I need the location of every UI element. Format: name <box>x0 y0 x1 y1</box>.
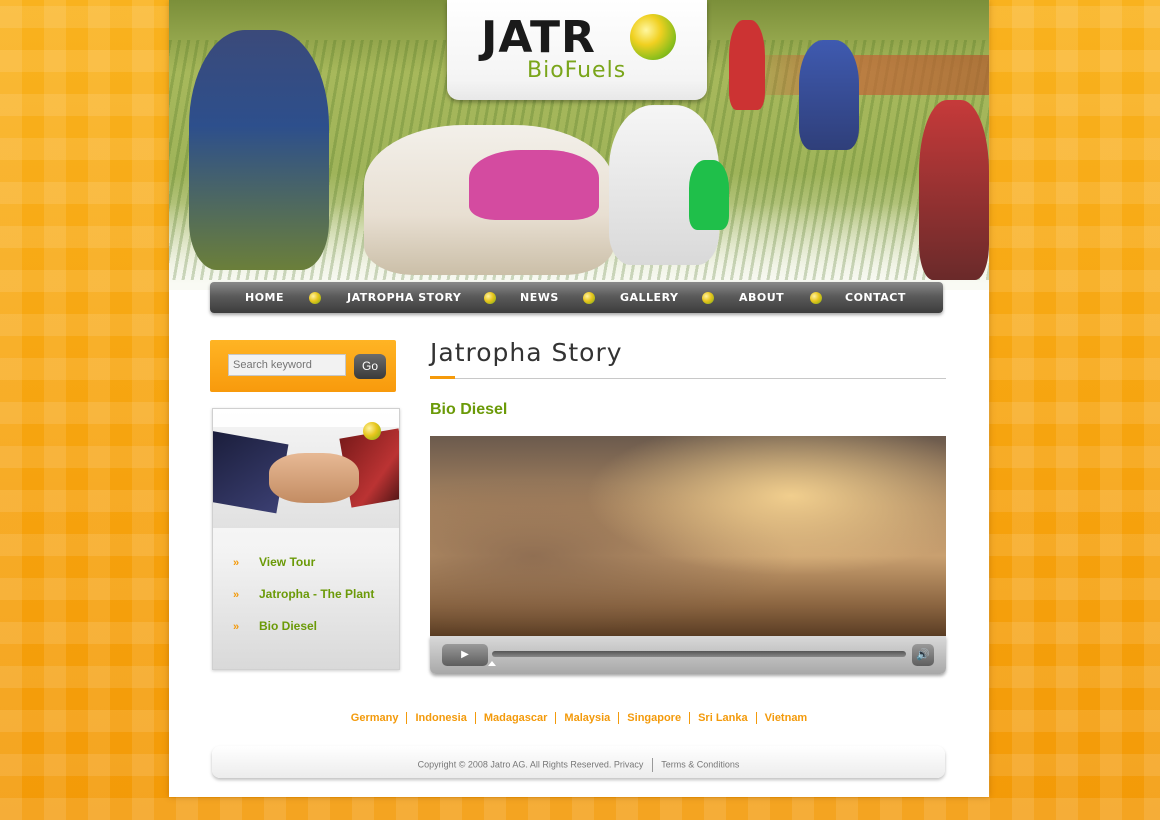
terms-link[interactable]: Terms & Conditions <box>661 759 739 769</box>
country-link-vietnam[interactable]: Vietnam <box>755 712 816 724</box>
section-heading: Bio Diesel <box>430 401 508 418</box>
nav-separator-icon <box>810 292 822 304</box>
video-controls: ▶ 🔊 <box>430 636 946 674</box>
title-divider <box>430 378 946 379</box>
nav-separator-icon <box>484 292 496 304</box>
orb-icon <box>363 422 381 440</box>
nav-separator-icon <box>309 292 321 304</box>
nav-contact[interactable]: Contact <box>845 282 906 313</box>
play-button[interactable]: ▶ <box>442 644 488 666</box>
country-link-malaysia[interactable]: Malaysia <box>555 712 619 724</box>
country-link-sri-lanka[interactable]: Sri Lanka <box>689 712 756 724</box>
nav-gallery[interactable]: Gallery <box>620 282 678 313</box>
country-link-singapore[interactable]: Singapore <box>618 712 690 724</box>
footer: Copyright © 2008 Jatro AG. All Rights Re… <box>212 746 945 778</box>
privacy-link[interactable]: Privacy <box>614 759 644 769</box>
seek-handle-icon[interactable] <box>488 661 496 666</box>
footer-divider <box>651 758 653 772</box>
logo[interactable]: JATR BioFuels <box>447 0 707 100</box>
country-link-germany[interactable]: Germany <box>343 712 407 724</box>
sidebar-link-jatropha-plant[interactable]: » Jatropha - The Plant <box>233 587 374 601</box>
header-photo: JATR BioFuels <box>169 0 989 290</box>
page-container: JATR BioFuels Home Jatropha Story News G… <box>169 0 989 797</box>
nav-jatropha-story[interactable]: Jatropha Story <box>347 282 461 313</box>
logo-subtitle: BioFuels <box>527 58 627 83</box>
chevron-right-icon: » <box>233 557 240 569</box>
sidebar-panel: » View Tour » Jatropha - The Plant » Bio Di… <box>212 408 400 670</box>
title-accent-bar <box>430 376 455 379</box>
search-input[interactable] <box>228 354 346 376</box>
country-link-madagascar[interactable]: Madagascar <box>474 712 556 724</box>
handshake-image <box>213 427 399 528</box>
sidebar-link-bio-diesel[interactable]: » Bio Diesel <box>233 619 317 633</box>
sidebar-link-view-tour[interactable]: » View Tour <box>233 555 315 569</box>
chevron-right-icon: » <box>233 589 240 601</box>
nav-separator-icon <box>583 292 595 304</box>
page-title: Jatropha Story <box>430 338 623 367</box>
main-nav: Home Jatropha Story News Gallery About C… <box>210 282 943 313</box>
country-link-indonesia[interactable]: Indonesia <box>406 712 475 724</box>
logo-wordmark: JATR <box>481 12 596 63</box>
search-go-button[interactable]: Go <box>354 354 386 379</box>
chevron-right-icon: » <box>233 621 240 633</box>
video-frame[interactable] <box>430 436 946 636</box>
nav-news[interactable]: News <box>520 282 559 313</box>
nav-about[interactable]: About <box>739 282 784 313</box>
nav-separator-icon <box>702 292 714 304</box>
country-links: Germany Indonesia Madagascar Malaysia Singap… <box>169 712 989 724</box>
nav-home[interactable]: Home <box>245 282 284 313</box>
volume-button[interactable]: 🔊 <box>912 644 934 666</box>
search-box: Go <box>210 340 396 392</box>
seek-bar[interactable] <box>492 651 906 657</box>
copyright-text: Copyright © 2008 Jatro AG. All Rights Re… <box>417 759 612 770</box>
logo-ball-icon <box>630 14 676 60</box>
